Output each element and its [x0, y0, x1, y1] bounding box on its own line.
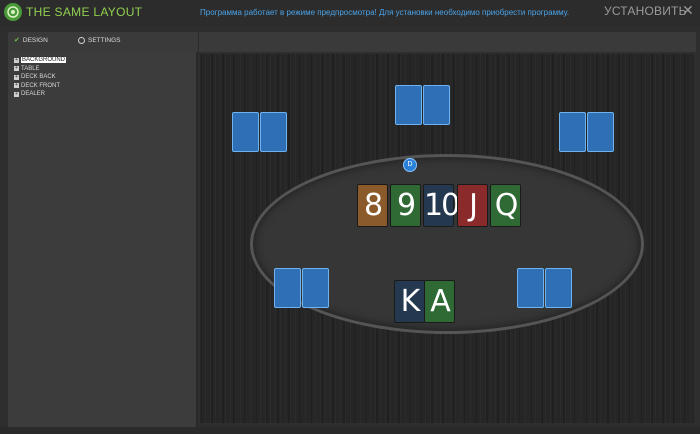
tree-item-table[interactable]: + TABLE [14, 65, 66, 74]
tab-design-label: DESIGN [22, 37, 48, 44]
install-button[interactable]: УСТАНОВИТЬ [604, 4, 687, 18]
mode-toolbar: ✔ DESIGN SETTINGS [8, 32, 696, 52]
app-window: THE SAME LAYOUT Программа работает в реж… [0, 0, 700, 434]
title-bar: THE SAME LAYOUT Программа работает в реж… [0, 0, 700, 26]
board-card: 10 [423, 184, 460, 227]
tree-item-label: TABLE [21, 65, 40, 72]
expand-icon[interactable]: + [14, 91, 19, 97]
tab-settings-label: SETTINGS [88, 37, 121, 44]
hero-card: A [424, 280, 455, 323]
table-preview: D 8 9 10 J Q K A [200, 54, 694, 423]
tab-design[interactable]: ✔ DESIGN [14, 37, 48, 44]
seat-bottom-right[interactable] [517, 268, 572, 308]
seat-top[interactable] [395, 85, 450, 125]
board-card: Q [490, 184, 521, 227]
tree-item-label: BACKGROUND [21, 57, 67, 64]
expand-icon[interactable]: + [14, 83, 19, 89]
board-card: 9 [390, 184, 421, 227]
tree-item-label: DECK BACK [21, 74, 56, 81]
radio-icon [78, 37, 85, 44]
app-title: THE SAME LAYOUT [26, 5, 143, 19]
close-icon[interactable]: ✕ [682, 3, 694, 19]
preview-mode-notice: Программа работает в режиме предпросмотр… [200, 8, 570, 17]
expand-icon[interactable]: + [14, 57, 19, 63]
seat-card-slot [302, 268, 329, 308]
seat-top-right[interactable] [559, 112, 614, 152]
seat-card-slot [274, 268, 301, 308]
tree-item-deck-front[interactable]: + DECK FRONT [14, 82, 66, 91]
seat-card-slot [545, 268, 572, 308]
tree-item-background[interactable]: + BACKGROUND [14, 56, 67, 65]
seat-card-slot [517, 268, 544, 308]
dealer-button[interactable]: D [403, 158, 417, 172]
seat-card-slot [587, 112, 614, 152]
board-card: J [457, 184, 488, 227]
status-strip [0, 427, 700, 434]
toolbar-divider [198, 32, 199, 52]
app-logo-icon [4, 3, 22, 21]
seat-card-slot [260, 112, 287, 152]
expand-icon[interactable]: + [14, 66, 19, 72]
tree-item-label: DECK FRONT [21, 82, 60, 89]
tree-item-label: DEALER [21, 91, 46, 98]
seat-card-slot [232, 112, 259, 152]
tab-settings[interactable]: SETTINGS [78, 37, 121, 44]
seat-bottom-left[interactable] [274, 268, 329, 308]
hero-card: K [394, 280, 425, 323]
seat-card-slot [395, 85, 422, 125]
tree-item-dealer[interactable]: + DEALER [14, 90, 66, 99]
tree-item-deck-back[interactable]: + DECK BACK [14, 73, 66, 82]
seat-top-left[interactable] [232, 112, 287, 152]
layout-tree-panel: + BACKGROUND + TABLE + DECK BACK + DECK … [8, 52, 198, 427]
checkmark-icon: ✔ [14, 37, 20, 44]
seat-card-slot [423, 85, 450, 125]
expand-icon[interactable]: + [14, 74, 19, 80]
layout-tree: + BACKGROUND + TABLE + DECK BACK + DECK … [14, 56, 67, 99]
board-card: 8 [357, 184, 388, 227]
seat-card-slot [559, 112, 586, 152]
